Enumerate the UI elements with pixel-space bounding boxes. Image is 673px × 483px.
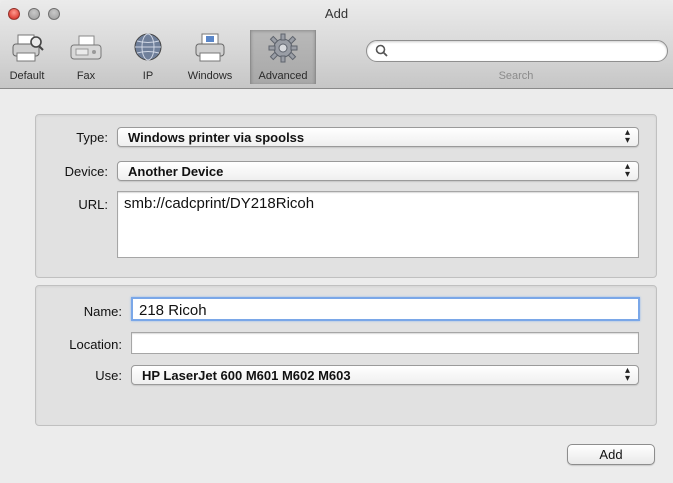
toolbar-fax[interactable]: Fax [66,30,106,84]
name-field[interactable]: 218 Ricoh [131,297,640,321]
toolbar-advanced[interactable]: Advanced [250,30,316,84]
add-printer-window: Add Default Fax IP Windows Advanced Sear… [0,0,673,483]
search-label: Search [498,70,534,82]
location-field[interactable] [131,332,639,354]
name-label: Name: [83,304,122,319]
url-value: smb://cadcprint/DY218Ricoh [124,195,315,212]
search-icon [375,44,388,57]
toolbar-ip-label: IP [142,70,154,82]
use-label: Use: [95,368,122,383]
url-label: URL: [78,197,108,212]
add-button[interactable]: Add [567,444,655,465]
gear-icon [268,33,298,63]
window-title: Add [324,6,349,21]
url-field[interactable]: smb://cadcprint/DY218Ricoh [117,191,639,258]
globe-icon [134,33,162,61]
use-popup[interactable]: HP LaserJet 600 M601 M602 M603 ▴ ▾ [131,365,639,385]
device-value: Another Device [128,164,224,179]
toolbar-ip[interactable]: IP [128,30,168,84]
default-printer-icon [12,34,44,62]
device-label: Device: [64,164,108,179]
location-label: Location: [69,337,122,352]
popup-arrows-icon: ▴ ▾ [624,365,630,384]
type-value: Windows printer via spoolss [128,130,305,145]
toolbar-advanced-label: Advanced [258,70,308,82]
use-value: HP LaserJet 600 M601 M602 M603 [142,368,351,383]
window-toolbar: Add Default Fax IP Windows Advanced Sear… [0,0,673,89]
toolbar-fax-label: Fax [76,70,96,82]
fax-icon [70,35,102,60]
popup-arrows-icon: ▴ ▾ [624,127,630,146]
toolbar-windows-label: Windows [187,70,233,82]
toolbar-default[interactable]: Default [4,30,50,84]
toolbar-windows[interactable]: Windows [178,30,242,84]
type-label: Type: [76,130,108,145]
popup-arrows-icon: ▴ ▾ [624,161,630,180]
type-popup[interactable]: Windows printer via spoolss ▴ ▾ [117,127,639,147]
name-value: 218 Ricoh [139,302,207,319]
device-popup[interactable]: Another Device ▴ ▾ [117,161,639,181]
search-field[interactable] [366,40,668,62]
toolbar-default-label: Default [9,70,45,82]
windows-printer-icon [195,33,225,62]
